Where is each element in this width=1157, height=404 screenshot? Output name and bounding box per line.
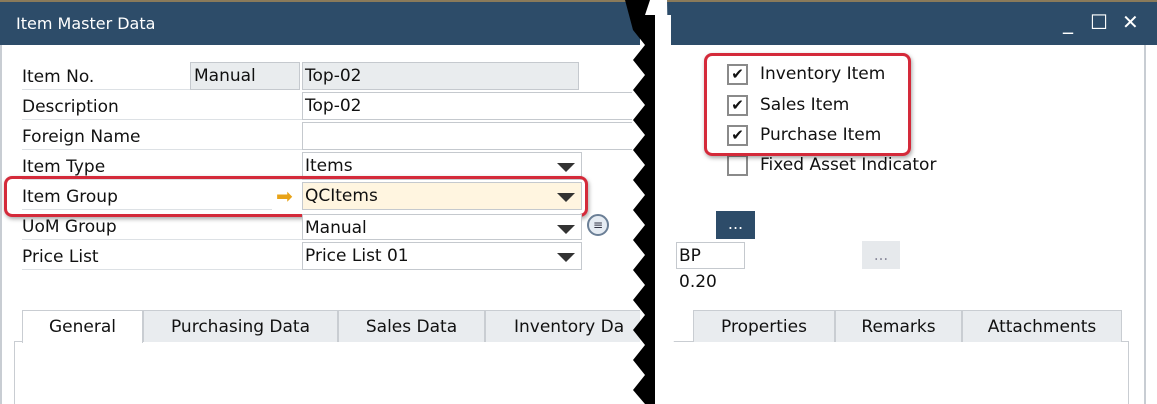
tab-remarks[interactable]: Remarks [835,310,962,342]
uom-group-dropdown[interactable]: Manual [302,214,582,240]
torn-edge [625,0,685,404]
window-title: Item Master Data [16,14,156,33]
close-button[interactable]: ✕ [1122,10,1139,34]
tab-properties[interactable]: Properties [693,310,835,342]
tab-content-panel [14,341,1129,404]
tab-attachments[interactable]: Attachments [962,310,1122,342]
fixed-asset-label: Fixed Asset Indicator [760,155,937,175]
fixed-asset-checkbox[interactable] [727,155,748,176]
item-no-field[interactable]: Top-02 [302,62,579,90]
foreign-name-label: Foreign Name [22,122,302,150]
browse-button[interactable]: ... [716,211,755,239]
item-no-label: Item No. [22,62,192,90]
maximize-button[interactable]: ☐ [1090,10,1108,34]
browse-button-disabled[interactable]: ... [862,241,900,269]
item-no-series[interactable]: Manual [190,62,300,90]
bp-field[interactable]: BP 0.20 [676,242,745,292]
item-group-highlight [4,176,588,217]
description-label: Description [22,92,302,120]
tab-sales-data[interactable]: Sales Data [338,310,485,342]
price-list-dropdown[interactable]: Price List 01 [302,242,582,270]
tab-purchasing-data[interactable]: Purchasing Data [143,310,338,342]
description-field[interactable]: Top-02 [302,92,632,120]
foreign-name-field[interactable] [302,122,632,150]
tab-general[interactable]: General [22,310,143,343]
item-flags-highlight [704,53,911,156]
title-bar: Item Master Data _ ☐ ✕ [0,0,1157,45]
uom-details-icon[interactable]: ≡ [587,214,609,236]
minimize-button[interactable]: _ [1063,10,1073,34]
price-list-label: Price List [22,242,302,270]
uom-group-label: UoM Group [22,212,302,240]
